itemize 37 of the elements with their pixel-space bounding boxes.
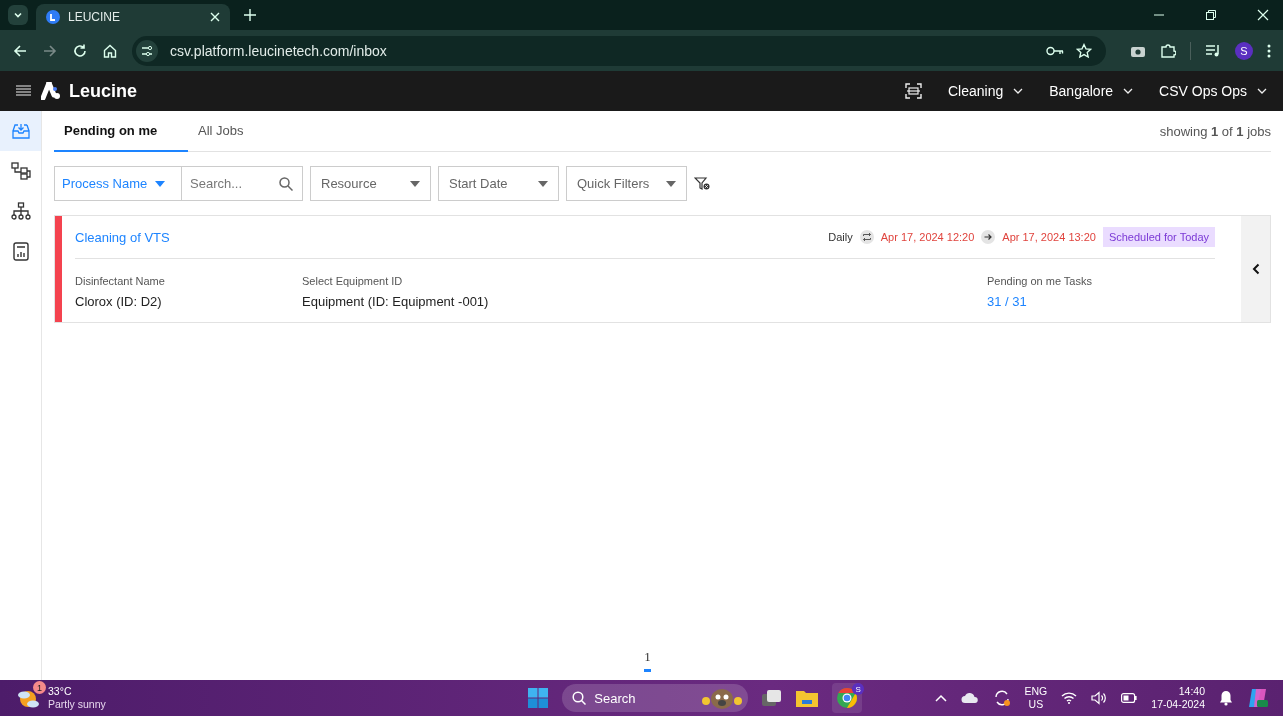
process-name-dropdown[interactable]: Process Name [54,166,182,201]
task-count[interactable]: 31 / 31 [987,294,1215,309]
profile-avatar[interactable]: S [1235,41,1253,60]
field-label: Pending on me Tasks [987,275,1093,287]
results-count: showing 1 of 1 jobs [1159,123,1271,139]
language-indicator[interactable]: ENG US [1024,685,1048,711]
filter-dropdown[interactable]: Resource [310,166,431,201]
recurrence-label: Daily [828,231,853,243]
clock[interactable]: 14:40 17-04-2024 [1151,685,1205,711]
notification-badge: 1 [33,681,46,694]
chrome-taskbar-button[interactable]: S [832,683,863,713]
field-label: Select Equipment ID [302,275,404,287]
job-card[interactable]: Cleaning of VTS Daily Apr 17, 2024 12:20 Apr 17, 2024 13:20 Scheduled for Today Disinfectant Name Clorox (ID: D2) Select Equipment ID Equipment (ID: Equipment -001) Pending on me Tasks 31 / 31 [54,215,1271,323]
weather-description: Partly sunny [48,698,106,711]
temperature: 33°C [48,685,73,698]
brand-name: Leucine [69,80,138,102]
field-value: Clorox (ID: D2) [75,294,163,309]
filter-dropdown[interactable]: Start Date [438,166,559,201]
header-dropdown[interactable]: CSV Ops Ops [1159,83,1267,99]
job-title[interactable]: Cleaning of VTS [75,229,170,245]
filter-dropdown[interactable]: Quick Filters [566,166,687,201]
page-number[interactable]: 1 [644,649,651,672]
address-bar[interactable]: csv.platform.leucinetech.com/inbox [132,35,1106,66]
field-value: Equipment (ID: Equipment -001) [302,294,490,309]
start-date: Apr 17, 2024 12:20 [880,231,975,243]
end-date: Apr 17, 2024 13:20 [1002,231,1096,243]
tab[interactable]: All Jobs [188,111,322,152]
profile-badge: S [852,683,865,695]
tab-title: LEUCINE [68,10,121,24]
search-field[interactable]: Search... [182,166,303,201]
tab[interactable]: Pending on me [54,111,188,152]
header-dropdown[interactable]: Cleaning [948,83,1024,99]
header-dropdown[interactable]: Bangalore [1049,83,1134,99]
taskbar-search[interactable]: Search [562,684,749,712]
browser-tab[interactable]: LEUCINE [36,4,230,30]
field-label: Disinfectant Name [75,275,166,287]
status-tag: Scheduled for Today [1102,227,1215,247]
